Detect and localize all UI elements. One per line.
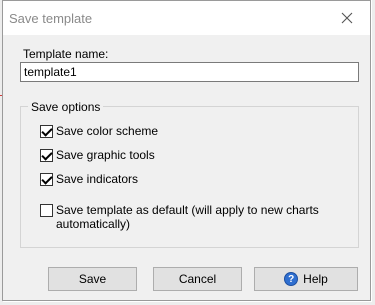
save-as-default-checkbox[interactable]	[40, 204, 53, 217]
save-indicators-option[interactable]: Save indicators	[40, 172, 138, 186]
dialog-titlebar: Save template	[3, 1, 370, 35]
save-indicators-checkbox[interactable]	[40, 173, 53, 186]
template-name-label: Template name:	[23, 47, 109, 61]
template-name-input[interactable]	[20, 62, 359, 82]
close-button[interactable]	[324, 1, 370, 35]
cancel-button[interactable]: Cancel	[153, 267, 242, 291]
help-button[interactable]: ? Help	[254, 267, 358, 291]
save-graphic-tools-checkbox[interactable]	[40, 149, 53, 162]
save-as-default-option[interactable]: Save template as default (will apply to …	[40, 203, 346, 231]
save-as-default-label: Save template as default (will apply to …	[56, 203, 319, 231]
save-template-dialog: Save template Template name: Save option…	[2, 0, 371, 301]
save-button-label: Save	[78, 272, 107, 286]
dialog-title: Save template	[9, 11, 93, 26]
help-icon: ?	[284, 272, 299, 286]
save-options-legend: Save options	[28, 100, 104, 114]
save-color-scheme-option[interactable]: Save color scheme	[40, 124, 158, 138]
save-graphic-tools-label: Save graphic tools	[56, 148, 155, 162]
save-indicators-label: Save indicators	[56, 172, 139, 186]
save-graphic-tools-option[interactable]: Save graphic tools	[40, 148, 155, 162]
save-color-scheme-label: Save color scheme	[56, 124, 159, 138]
help-button-label: Help	[303, 272, 328, 286]
save-color-scheme-checkbox[interactable]	[40, 125, 53, 138]
save-button[interactable]: Save	[48, 267, 137, 291]
close-icon	[341, 12, 353, 24]
cancel-button-label: Cancel	[178, 272, 217, 286]
